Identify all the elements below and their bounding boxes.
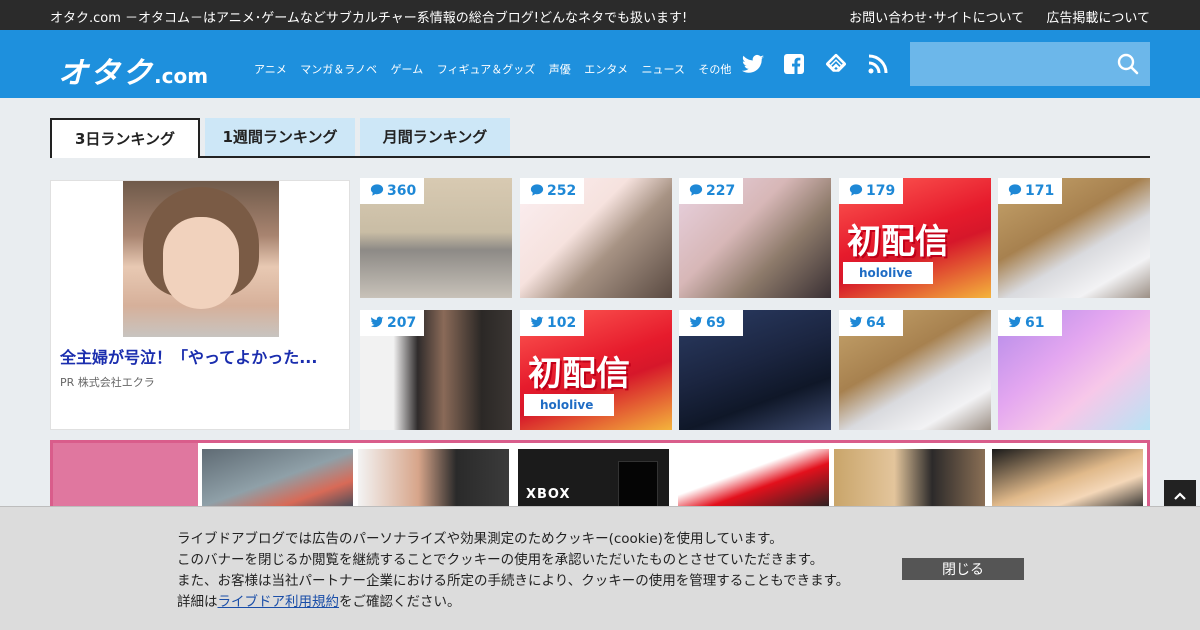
ranking-card[interactable]: 61 xyxy=(998,310,1150,430)
cookie-line-1: ライブドアブログでは広告のパーソナライズや効果測定のためクッキー(cookie)… xyxy=(177,531,783,547)
comment-count-badge: 171 xyxy=(998,178,1063,204)
ranking-count: 227 xyxy=(706,183,736,199)
mini-thumbnail[interactable]: XBOX xyxy=(518,449,669,509)
ranking-count: 207 xyxy=(387,315,417,331)
ranking-count: 69 xyxy=(706,315,726,331)
xbox-console xyxy=(618,461,658,509)
cookie-line-4: 詳細はライブドア利用規約をご確認ください。 xyxy=(177,592,849,613)
nav-other[interactable]: その他 xyxy=(698,63,731,76)
comment-icon xyxy=(689,184,703,196)
ranking-count: 61 xyxy=(1025,315,1045,331)
ad-photo-face xyxy=(163,217,239,309)
rss-icon[interactable] xyxy=(866,52,890,76)
tab-monthly[interactable]: 月間ランキング xyxy=(360,118,510,156)
logo-domain: .com xyxy=(154,64,209,88)
cookie-line-3: また、お客様は当社パートナー企業における所定の手続きにより、クッキーの使用を管理… xyxy=(177,573,850,589)
hololive-logo: hololive xyxy=(843,262,933,284)
comment-icon xyxy=(530,184,544,196)
cookie-consent-banner: ライブドアブログでは広告のパーソナライズや効果測定のためクッキー(cookie)… xyxy=(0,506,1200,630)
comment-icon xyxy=(370,184,384,196)
nav-manga[interactable]: マンガ＆ラノベ xyxy=(300,63,377,76)
ranking-count: 102 xyxy=(547,315,577,331)
ranking-card[interactable]: 360 xyxy=(360,178,512,298)
ranking-card[interactable]: 207 xyxy=(360,310,512,430)
nav-anime[interactable]: アニメ xyxy=(254,63,287,76)
twitter-icon xyxy=(1008,316,1022,328)
contact-about-link[interactable]: お問い合わせ･サイトについて xyxy=(849,11,1024,26)
tweet-count-badge: 64 xyxy=(839,310,903,336)
top-links: お問い合わせ･サイトについて 広告掲載について xyxy=(831,7,1150,26)
ranking-tabs: 3日ランキング 1週間ランキング 月間ランキング xyxy=(50,118,1150,158)
tweet-count-badge: 207 xyxy=(360,310,425,336)
hololive-logo: hololive xyxy=(524,394,614,416)
thumbnail-title-text: 初配信 xyxy=(847,222,949,262)
cookie-message: ライブドアブログでは広告のパーソナライズや効果測定のためクッキー(cookie)… xyxy=(177,529,849,613)
search-input[interactable] xyxy=(910,42,1110,86)
chevron-up-icon xyxy=(1174,492,1186,500)
ranking-card[interactable]: 171 xyxy=(998,178,1150,298)
ranking-card[interactable]: 初配信 hololive 179 xyxy=(839,178,991,298)
nav-entame[interactable]: エンタメ xyxy=(584,63,628,76)
nav-figure[interactable]: フィギュア＆グッズ xyxy=(437,63,536,76)
cookie-close-button[interactable]: 閉じる xyxy=(902,558,1024,580)
ad-photo xyxy=(123,181,279,337)
mini-thumbnail[interactable] xyxy=(834,449,985,509)
ranking-card[interactable]: 252 xyxy=(520,178,672,298)
site-logo[interactable]: オタク.com xyxy=(58,48,208,92)
tweet-count-badge: 102 xyxy=(520,310,585,336)
tab-1week[interactable]: 1週間ランキング xyxy=(205,118,355,156)
comment-count-badge: 227 xyxy=(679,178,744,204)
feedly-icon[interactable] xyxy=(824,52,848,76)
logo-kana: オタク xyxy=(58,56,154,91)
site-header: オタク.com アニメ マンガ＆ラノベ ゲーム フィギュア＆グッズ 声優 エンタ… xyxy=(0,30,1200,98)
featured-ad[interactable]: 全主婦が号泣！「やってよかった... PR 株式会社エクラ xyxy=(50,180,350,430)
ranking-card[interactable]: 初配信 hololive 102 xyxy=(520,310,672,430)
cookie-line-4-prefix: 詳細は xyxy=(177,594,218,610)
nav-news[interactable]: ニュース xyxy=(641,63,684,76)
ranking-count: 252 xyxy=(547,183,577,199)
ad-headline[interactable]: 全主婦が号泣！「やってよかった... xyxy=(60,344,317,368)
comment-count-badge: 252 xyxy=(520,178,585,204)
terms-link[interactable]: ライブドア利用規約 xyxy=(218,594,340,610)
ad-sponsor: PR 株式会社エクラ xyxy=(60,376,155,389)
twitter-icon xyxy=(849,316,863,328)
xbox-text: XBOX xyxy=(526,487,571,502)
ranking-count: 179 xyxy=(866,183,896,199)
ranking-card[interactable]: 227 xyxy=(679,178,831,298)
search-box xyxy=(910,42,1150,86)
comment-count-badge: 360 xyxy=(360,178,425,204)
top-strip: オタク.com －オタコム－はアニメ･ゲームなどサブカルチャー系情報の総合ブログ… xyxy=(0,0,1200,30)
ranking-count: 360 xyxy=(387,183,417,199)
facebook-icon[interactable] xyxy=(782,52,806,76)
tweet-count-badge: 69 xyxy=(679,310,743,336)
ranking-card[interactable]: 69 xyxy=(679,310,831,430)
main-nav: アニメ マンガ＆ラノベ ゲーム フィギュア＆グッズ 声優 エンタメ ニュース そ… xyxy=(254,61,741,77)
ranking-card[interactable]: 64 xyxy=(839,310,991,430)
thumbnail-title-text: 初配信 xyxy=(528,354,630,394)
ranking-count: 171 xyxy=(1025,183,1055,199)
comment-icon xyxy=(1008,184,1022,196)
advertising-link[interactable]: 広告掲載について xyxy=(1046,11,1150,26)
nav-game[interactable]: ゲーム xyxy=(391,63,424,76)
search-icon[interactable] xyxy=(1116,52,1140,76)
tab-3day[interactable]: 3日ランキング xyxy=(50,118,200,158)
mini-thumbnail[interactable] xyxy=(678,449,829,509)
mini-thumbnail[interactable] xyxy=(992,449,1143,509)
twitter-icon xyxy=(530,316,544,328)
mini-thumbnail[interactable] xyxy=(202,449,353,509)
site-tagline: オタク.com －オタコム－はアニメ･ゲームなどサブカルチャー系情報の総合ブログ… xyxy=(50,11,688,26)
nav-seiyu[interactable]: 声優 xyxy=(549,63,571,76)
cookie-line-4-suffix: をご確認ください。 xyxy=(339,594,461,610)
mini-thumbnail[interactable] xyxy=(358,449,509,509)
twitter-icon xyxy=(689,316,703,328)
comment-icon xyxy=(849,184,863,196)
twitter-icon xyxy=(370,316,384,328)
ranking-count: 64 xyxy=(866,315,886,331)
cookie-line-2: このバナーを閉じるか閲覧を継続することでクッキーの使用を承認いただいたものとさせ… xyxy=(177,552,824,568)
comment-count-badge: 179 xyxy=(839,178,904,204)
tweet-count-badge: 61 xyxy=(998,310,1062,336)
twitter-icon[interactable] xyxy=(741,52,765,76)
